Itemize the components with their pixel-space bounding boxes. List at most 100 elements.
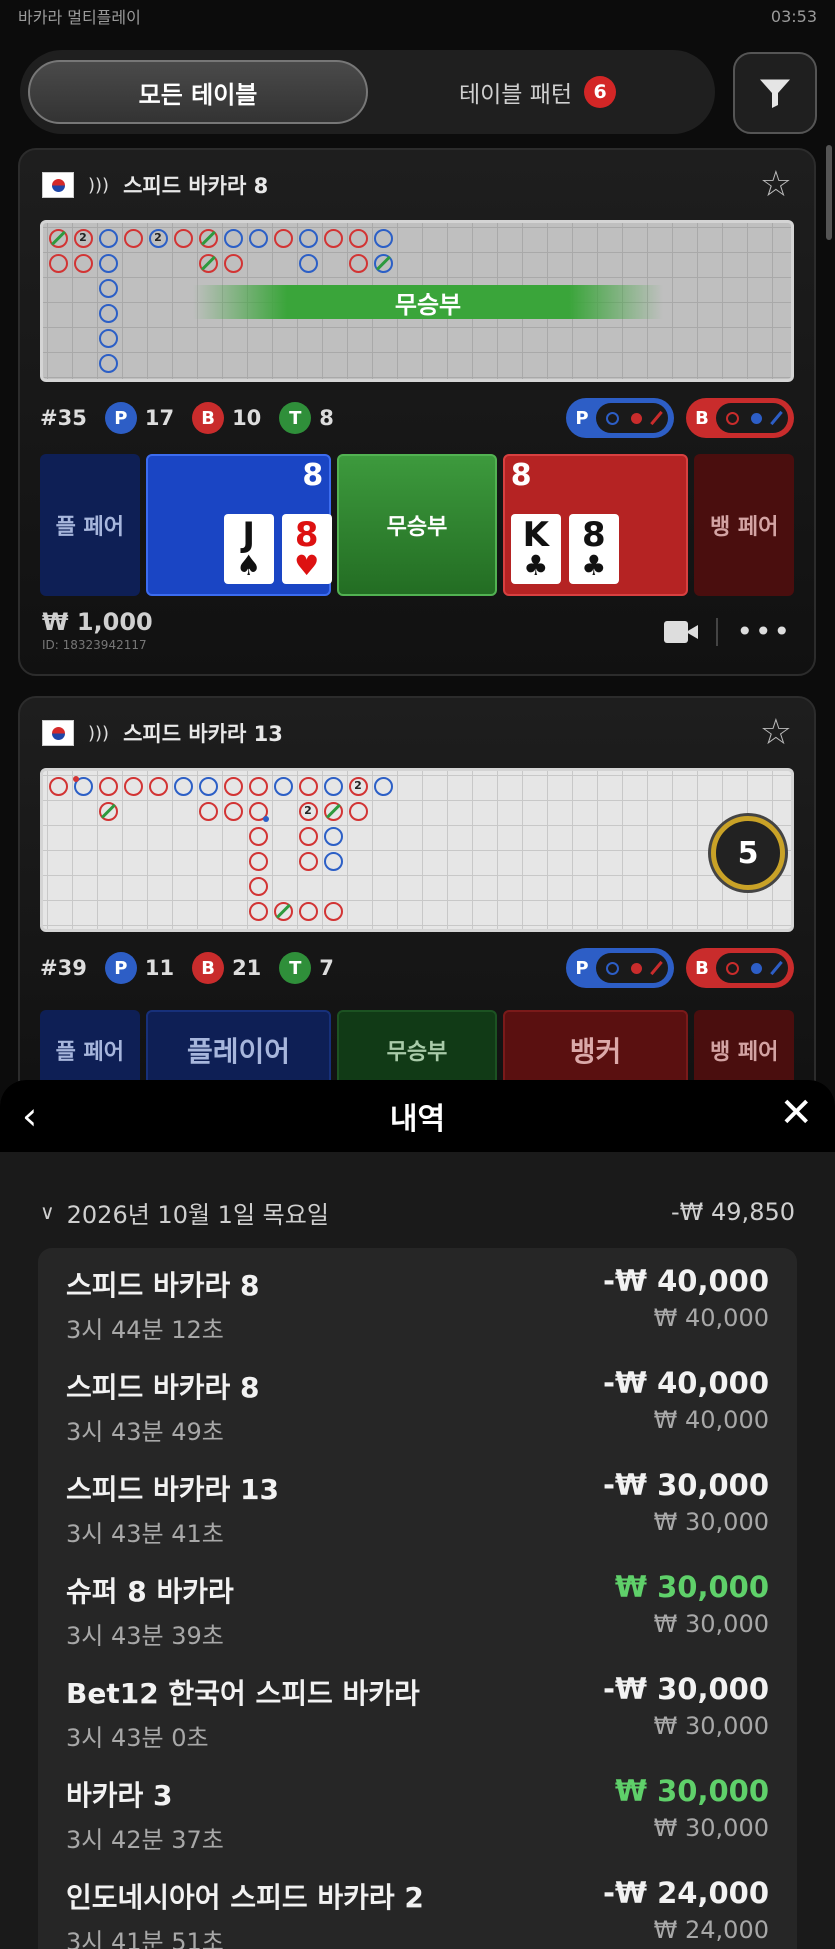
road-bead: [299, 229, 318, 248]
road-bead: [349, 229, 368, 248]
sound-wave-icon: ))): [88, 722, 110, 744]
entry-bet: ₩ 40,000: [653, 1304, 769, 1332]
sound-wave-icon: ))): [88, 174, 110, 196]
tab-table-patterns[interactable]: 테이블 패턴 6: [368, 75, 707, 109]
banker-pair-bet[interactable]: 뱅 페어: [694, 454, 794, 596]
playing-card: J ♠: [223, 514, 274, 584]
banker-prediction-button[interactable]: B: [686, 948, 794, 988]
date-group-header[interactable]: ∨ 2026년 10월 1일 목요일 -₩ 49,850: [0, 1182, 835, 1242]
history-entry[interactable]: 스피드 바카라 8 3시 43분 49초 -₩ 40,000 ₩ 40,000: [66, 1358, 769, 1460]
history-entry[interactable]: 슈퍼 8 바카라 3시 43분 39초 ₩ 30,000 ₩ 30,000: [66, 1562, 769, 1664]
entry-time: 3시 44분 12초: [66, 1316, 224, 1344]
close-icon[interactable]: ✕: [779, 1090, 813, 1136]
road-bead: [224, 802, 243, 821]
round-number: #39: [40, 956, 87, 980]
banker-pair-bet[interactable]: 뱅 페어: [694, 1010, 794, 1090]
bead-road: 2 2 무승부: [40, 220, 794, 382]
road-bead: 2: [349, 777, 368, 796]
scrollbar[interactable]: [826, 145, 832, 240]
status-bar: 바카라 멀티플레이 03:53: [0, 0, 835, 32]
entry-bet: ₩ 40,000: [653, 1406, 769, 1434]
banker-prediction-button[interactable]: B: [686, 398, 794, 438]
stake-amount: ₩ 1,000: [42, 608, 153, 636]
tie-bet[interactable]: 무승부: [337, 1010, 497, 1090]
entry-result: ₩ 30,000: [615, 1774, 769, 1808]
pattern-count-badge: 6: [584, 76, 617, 108]
road-bead: [249, 229, 268, 248]
road-bead: [124, 229, 143, 248]
filter-button[interactable]: [733, 52, 817, 134]
road-bead: [199, 229, 218, 248]
divider: [716, 618, 719, 646]
table-stats: #35 P 17 B 10 T 8 P B: [20, 382, 814, 454]
table-name: 스피드 바카라 8: [123, 174, 269, 198]
road-bead: [324, 802, 343, 821]
player-bet[interactable]: 8 J ♠ 8 ♥: [145, 454, 332, 596]
bet-area: 플 페어 8 J ♠ 8 ♥ 무승부 8 K ♣ 8 ♣ 뱅 페어: [20, 454, 814, 596]
filter-icon: [760, 79, 790, 108]
road-bead: [324, 777, 343, 796]
road-bead: [149, 777, 168, 796]
history-entry[interactable]: 스피드 바카라 13 3시 43분 41초 -₩ 30,000 ₩ 30,000: [66, 1460, 769, 1562]
table-card-speed-baccarat-13[interactable]: ))) 스피드 바카라 13 ☆ 2 2 5 #39 P 11 B 21 T 7…: [18, 696, 816, 1116]
history-entry[interactable]: 바카라 3 3시 42분 37초 ₩ 30,000 ₩ 30,000: [66, 1766, 769, 1868]
entry-time: 3시 43분 49초: [66, 1418, 224, 1446]
road-bead: [99, 802, 118, 821]
entry-time: 3시 43분 39초: [66, 1622, 224, 1650]
entry-time: 3시 42분 37초: [66, 1826, 224, 1854]
video-camera-icon[interactable]: [664, 621, 698, 643]
entry-result: ₩ 30,000: [615, 1570, 769, 1604]
road-bead: [349, 254, 368, 273]
entry-result: -₩ 40,000: [602, 1264, 769, 1298]
banker-bet[interactable]: 8 K ♣ 8 ♣: [502, 454, 689, 596]
entry-result: -₩ 30,000: [602, 1672, 769, 1706]
clock: 03:53: [770, 6, 817, 26]
bet-area: 플 페어 플레이어 무승부 뱅커 뱅 페어: [20, 1010, 814, 1090]
player-pair-bet[interactable]: 플 페어: [40, 1010, 140, 1090]
player-prediction-button[interactable]: P: [566, 398, 674, 438]
banker-stat-icon: B: [192, 402, 225, 434]
road-bead: [124, 777, 143, 796]
road-bead: [224, 777, 243, 796]
player-stat-icon: P: [104, 952, 137, 984]
player-win-count: 11: [144, 956, 175, 980]
group-total: -₩ 49,850: [671, 1198, 795, 1226]
player-pair-bet[interactable]: 플 페어: [40, 454, 140, 596]
road-bead: [324, 827, 343, 846]
history-sheet: ‹ 내역 ✕ ∨ 2026년 10월 1일 목요일 -₩ 49,850 스피드 …: [0, 1080, 835, 1949]
road-bead: [49, 777, 68, 796]
road-bead: [299, 827, 318, 846]
back-arrow-icon[interactable]: ‹: [22, 1094, 37, 1138]
tab-all-tables[interactable]: 모든 테이블: [28, 60, 368, 124]
history-entry[interactable]: 스피드 바카라 8 3시 44분 12초 -₩ 40,000 ₩ 40,000: [66, 1256, 769, 1358]
road-bead: [274, 902, 293, 921]
tie-bet[interactable]: 무승부: [337, 454, 497, 596]
road-bead: [299, 852, 318, 871]
road-bead: [99, 777, 118, 796]
playing-card: 8 ♥: [281, 514, 332, 584]
banker-bet[interactable]: 뱅커: [502, 1010, 689, 1090]
road-bead: [224, 229, 243, 248]
road-bead: [73, 776, 93, 796]
favorite-star-icon[interactable]: ☆: [760, 715, 792, 751]
table-tabs: 모든 테이블 테이블 패턴 6: [20, 50, 715, 134]
road-bead: [374, 254, 393, 273]
bead-road: 2 2 5: [40, 768, 794, 932]
road-bead: [49, 254, 68, 273]
player-prediction-button[interactable]: P: [566, 948, 674, 988]
road-bead: [49, 229, 68, 248]
entry-result: -₩ 40,000: [602, 1366, 769, 1400]
entry-time: 3시 43분 0초: [66, 1724, 209, 1752]
app-title: 바카라 멀티플레이: [18, 8, 141, 27]
favorite-star-icon[interactable]: ☆: [760, 167, 792, 203]
entry-game-name: 스피드 바카라 8: [66, 1371, 260, 1404]
entry-game-name: 슈퍼 8 바카라: [66, 1575, 234, 1608]
more-options-icon[interactable]: •••: [736, 618, 792, 646]
history-entry[interactable]: Bet12 한국어 스피드 바카라 3시 43분 0초 -₩ 30,000 ₩ 30…: [66, 1664, 769, 1766]
table-card-speed-baccarat-8[interactable]: ))) 스피드 바카라 8 ☆ 2 2 무승부 #35 P 17 B 10 T …: [18, 148, 816, 676]
road-bead: [324, 852, 343, 871]
tie-stat-icon: T: [279, 952, 312, 984]
player-bet[interactable]: 플레이어: [145, 1010, 332, 1090]
history-entry[interactable]: 인도네시아어 스피드 바카라 2 3시 41분 51초 -₩ 24,000 ₩ 24…: [66, 1868, 769, 1949]
road-bead: [374, 777, 393, 796]
